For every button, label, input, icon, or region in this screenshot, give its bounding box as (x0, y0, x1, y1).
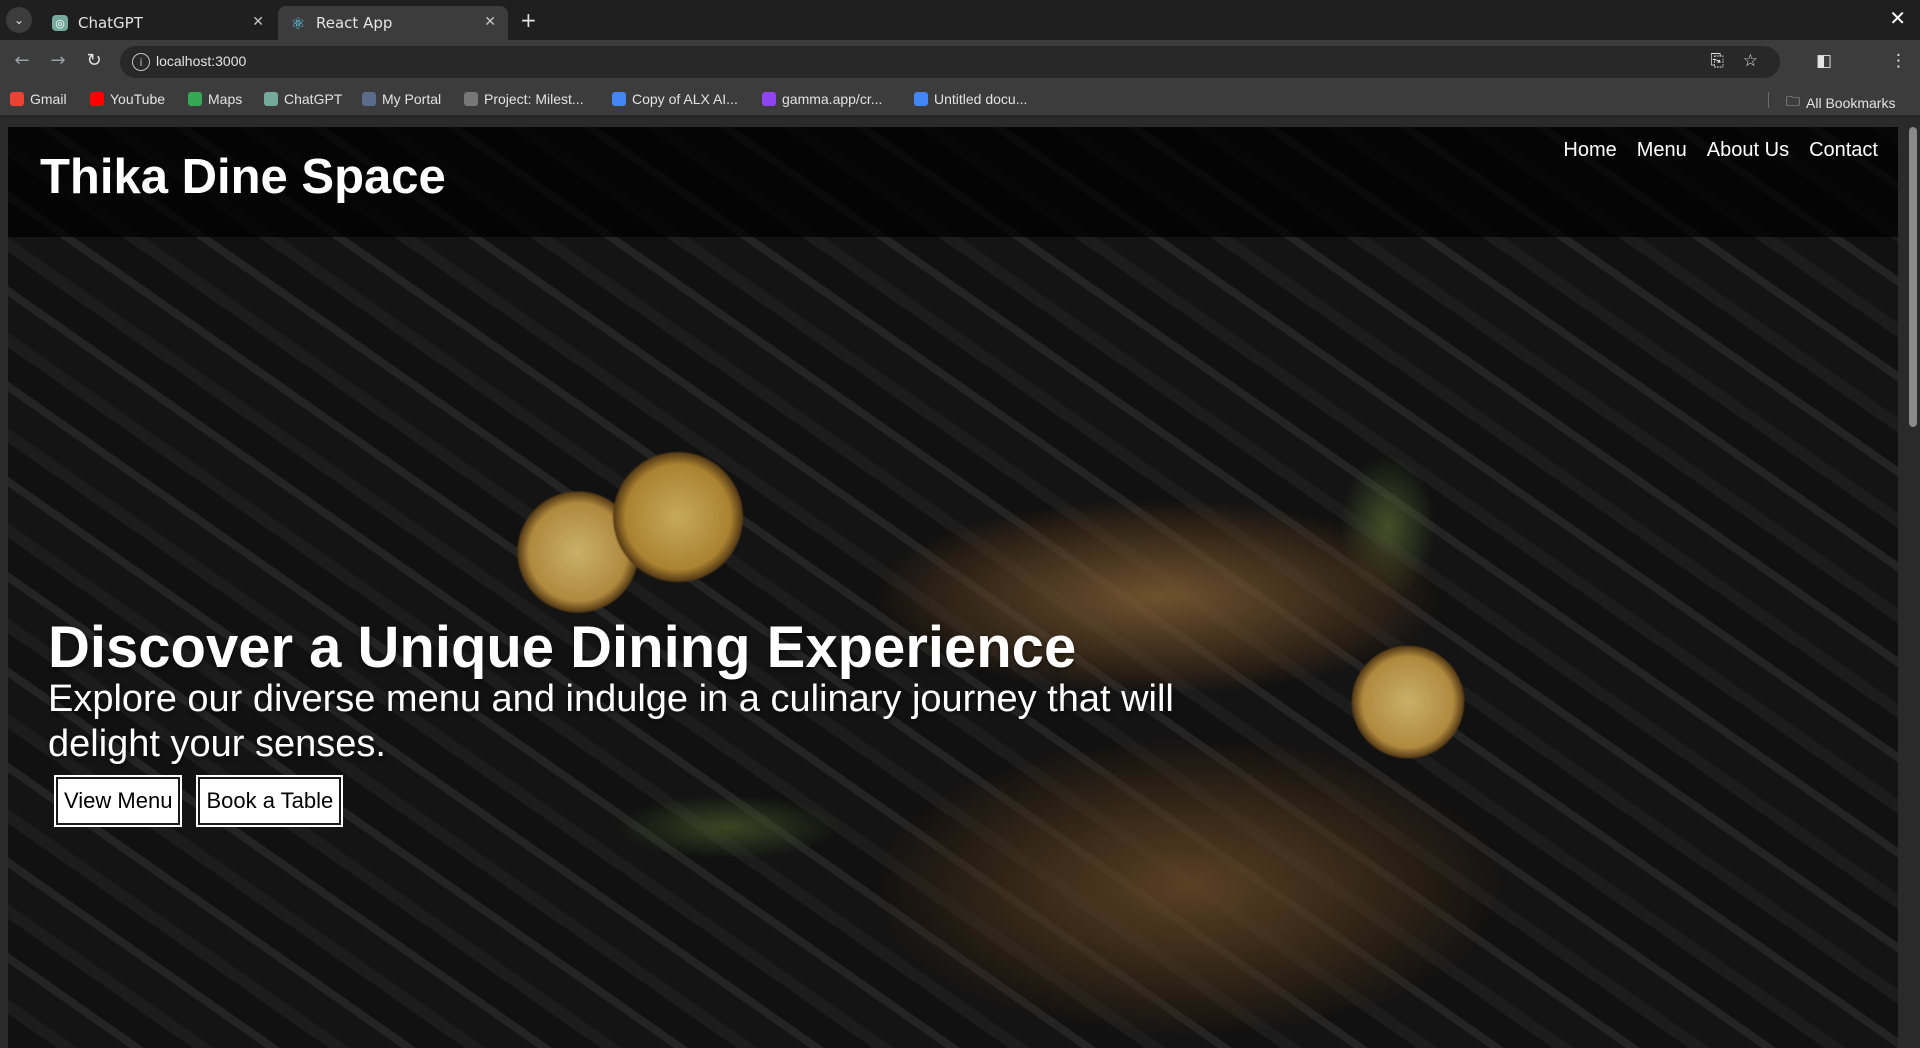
hero-background-image: Thika Dine Space Home Menu About Us Cont… (8, 127, 1898, 1048)
bookmark-untitled-doc[interactable]: Untitled docu... (914, 91, 1027, 107)
docs-icon (914, 92, 928, 106)
bookmark-gmail[interactable]: Gmail (10, 91, 67, 107)
site-header: Thika Dine Space Home Menu About Us Cont… (8, 127, 1898, 237)
back-arrow-icon[interactable]: ← (10, 50, 34, 71)
browser-toolbar: ← → ↻ i localhost:3000 ⎘ ☆ ◧ ⋮ (0, 40, 1920, 84)
nav-menu-link[interactable]: Menu (1637, 139, 1687, 162)
new-tab-plus-icon[interactable]: + (520, 8, 537, 32)
hero-buttons: View Menu Book a Table (53, 775, 1308, 827)
react-favicon-icon: ⚛ (290, 13, 306, 33)
docs-icon (612, 92, 626, 106)
bookmarks-bar: Gmail YouTube Maps ChatGPT My Portal Pro… (0, 84, 1920, 116)
window-close-icon[interactable]: ✕ (1889, 6, 1906, 30)
address-url[interactable]: localhost:3000 (156, 53, 246, 69)
tab-title: ChatGPT (78, 14, 143, 32)
bookmark-star-icon[interactable]: ☆ (1743, 51, 1758, 71)
portal-icon (362, 92, 376, 106)
site-nav: Home Menu About Us Contact (1563, 139, 1878, 162)
all-bookmarks[interactable]: 🗀 All Bookmarks (1786, 91, 1895, 115)
nav-contact-link[interactable]: Contact (1809, 139, 1878, 162)
site-title: Thika Dine Space (40, 150, 446, 204)
tab-title: React App (316, 14, 393, 32)
gamma-icon (762, 92, 776, 106)
bookmark-chatgpt[interactable]: ChatGPT (264, 91, 342, 107)
folder-icon: 🗀 (1786, 93, 1800, 109)
hero-section: Discover a Unique Dining Experience Expl… (48, 615, 1308, 827)
view-menu-button[interactable]: View Menu (53, 775, 183, 827)
chatgpt-favicon-icon: ◎ (52, 15, 68, 31)
page-scrollbar[interactable] (1906, 117, 1920, 1048)
project-icon (464, 92, 478, 106)
site-info-icon[interactable]: i (132, 53, 150, 71)
close-tab-icon[interactable]: ✕ (252, 14, 264, 30)
bookmark-my-portal[interactable]: My Portal (362, 91, 441, 107)
tab-search-chevron-icon[interactable]: ⌄ (6, 7, 32, 33)
bookmark-copy-alx[interactable]: Copy of ALX AI... (612, 91, 738, 107)
hero-heading: Discover a Unique Dining Experience (48, 615, 1077, 680)
maps-icon (188, 92, 202, 106)
tab-react-app[interactable]: ⚛ React App ✕ (278, 6, 508, 40)
bookmark-gamma[interactable]: gamma.app/cr... (762, 91, 882, 107)
bookmark-maps[interactable]: Maps (188, 91, 242, 107)
hero-subheading: Explore our diverse menu and indulge in … (48, 678, 1174, 765)
nav-home-link[interactable]: Home (1563, 139, 1616, 162)
bookmark-project[interactable]: Project: Milest... (464, 91, 584, 107)
bookmark-youtube[interactable]: YouTube (90, 91, 165, 107)
page-viewport: Thika Dine Space Home Menu About Us Cont… (0, 117, 1920, 1048)
scrollbar-thumb[interactable] (1909, 127, 1917, 427)
menu-kebab-icon[interactable]: ⋮ (1890, 51, 1907, 71)
tab-strip: ⌄ ◎ ChatGPT ✕ ⚛ React App ✕ + ✕ (0, 0, 1920, 40)
gmail-icon (10, 92, 24, 106)
book-table-button[interactable]: Book a Table (196, 775, 344, 827)
close-tab-icon[interactable]: ✕ (484, 14, 496, 30)
reload-icon[interactable]: ↻ (82, 50, 106, 71)
nav-about-link[interactable]: About Us (1707, 139, 1789, 162)
forward-arrow-icon[interactable]: → (46, 50, 70, 71)
chatgpt-icon (264, 92, 278, 106)
tab-chatgpt[interactable]: ◎ ChatGPT ✕ (40, 6, 276, 40)
install-app-icon[interactable]: ⎘ (1710, 51, 1724, 71)
side-panel-icon[interactable]: ◧ (1816, 51, 1832, 71)
youtube-icon (90, 92, 104, 106)
address-bar[interactable]: i localhost:3000 ⎘ ☆ (120, 46, 1780, 78)
bookmarks-divider (1768, 92, 1769, 108)
